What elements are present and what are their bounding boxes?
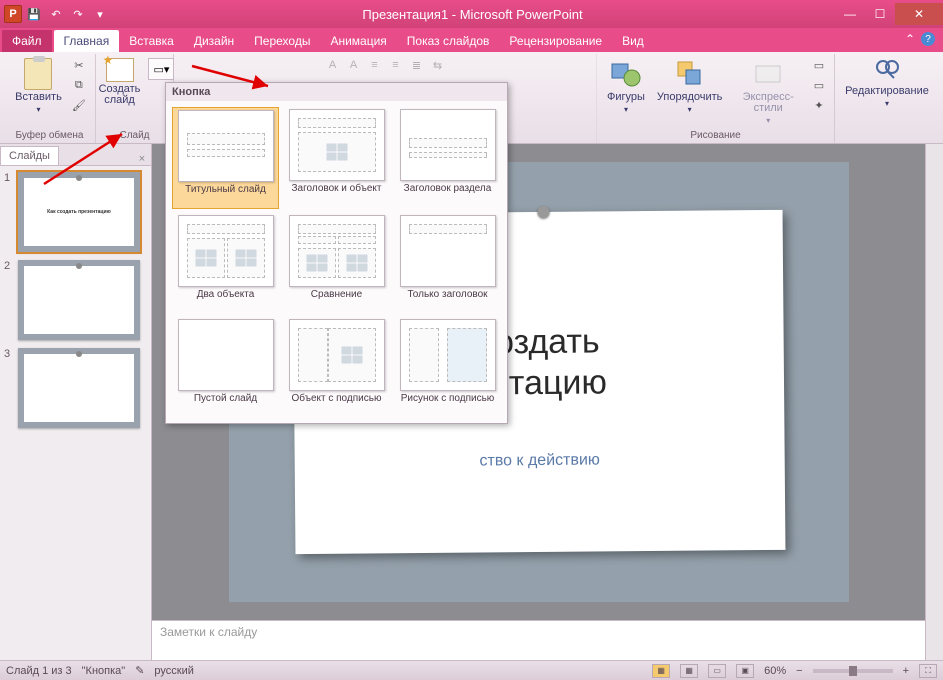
arrange-button[interactable]: Упорядочить ▾ <box>653 56 726 116</box>
flyout-header: Кнопка <box>166 83 507 101</box>
quick-styles-icon <box>752 58 784 90</box>
format-painter-icon[interactable]: 🖌 <box>70 96 88 114</box>
ribbon-minimize-icon[interactable]: ⌃ <box>905 32 915 46</box>
maximize-button[interactable]: ☐ <box>865 3 895 25</box>
copy-icon[interactable]: ⧉ <box>70 76 88 94</box>
cut-icon[interactable]: ✂ <box>70 56 88 74</box>
layout-content-caption[interactable]: Объект с подписью <box>283 317 390 417</box>
layout-title-only[interactable]: Только заголовок <box>394 213 501 313</box>
layout-title-content[interactable]: Заголовок и объект <box>283 107 390 209</box>
group-drawing: Фигуры ▾ Упорядочить ▾ Экспресс-стили ▾ … <box>597 54 835 143</box>
shape-effects-icon[interactable]: ✦ <box>810 96 828 114</box>
shape-outline-icon[interactable]: ▭ <box>810 76 828 94</box>
fit-to-window-icon[interactable]: ⛶ <box>919 664 937 678</box>
layout-flyout: Кнопка Титульный слайд Заголовок и объек… <box>165 82 508 424</box>
spellcheck-icon[interactable]: ✎ <box>135 664 144 677</box>
zoom-slider[interactable] <box>813 669 893 673</box>
shapes-button[interactable]: Фигуры ▾ <box>603 56 649 116</box>
panel-tab-slides[interactable]: Слайды <box>0 146 59 165</box>
group-slides: Создать слайд ▭▾ Слайд <box>96 54 174 143</box>
window-title: Презентация1 - Microsoft PowerPoint <box>110 7 835 22</box>
panel-close-icon[interactable]: × <box>133 153 151 165</box>
layout-two-content[interactable]: Два объекта <box>172 213 279 313</box>
save-icon[interactable]: 💾 <box>24 4 44 24</box>
tab-file[interactable]: Файл <box>2 30 52 52</box>
close-button[interactable]: ✕ <box>895 3 943 25</box>
sorter-view-icon[interactable]: ▦ <box>680 664 698 678</box>
new-slide-icon <box>106 58 134 82</box>
group-editing: Редактирование ▾ <box>835 54 939 143</box>
slide-subtitle-text: ство к действию <box>294 450 784 472</box>
quick-styles-button[interactable]: Экспресс-стили ▾ <box>730 56 806 127</box>
tab-transitions[interactable]: Переходы <box>244 30 320 52</box>
undo-icon[interactable]: ↶ <box>46 4 66 24</box>
notes-pane[interactable]: Заметки к слайду <box>152 620 925 660</box>
layout-section-header[interactable]: Заголовок раздела <box>394 107 501 209</box>
status-slide-count: Слайд 1 из 3 <box>6 665 72 677</box>
redo-icon[interactable]: ↷ <box>68 4 88 24</box>
chevron-down-icon: ▾ <box>885 99 889 108</box>
ribbon-tabs: Файл Главная Вставка Дизайн Переходы Ани… <box>0 28 943 52</box>
find-icon <box>874 58 900 84</box>
minimize-button[interactable]: — <box>835 3 865 25</box>
editing-button[interactable]: Редактирование ▾ <box>841 56 933 110</box>
tab-insert[interactable]: Вставка <box>119 30 184 52</box>
shape-fill-icon[interactable]: ▭ <box>810 56 828 74</box>
new-slide-button[interactable]: Создать слайд <box>95 56 145 108</box>
status-bar: Слайд 1 из 3 "Кнопка" ✎ русский ▦ ▦ ▭ ▣ … <box>0 660 943 680</box>
layout-title-slide[interactable]: Титульный слайд <box>172 107 279 209</box>
zoom-level[interactable]: 60% <box>764 665 786 677</box>
clipboard-icon <box>24 58 52 90</box>
chevron-down-icon: ▾ <box>36 105 40 114</box>
tab-slideshow[interactable]: Показ слайдов <box>397 30 500 52</box>
chevron-down-icon: ▾ <box>766 116 770 125</box>
reading-view-icon[interactable]: ▭ <box>708 664 726 678</box>
tab-home[interactable]: Главная <box>54 30 120 52</box>
slide-panel: Слайды × 1 Как создать презентацию 2 3 <box>0 144 152 660</box>
thumbnail-row[interactable]: 3 <box>4 348 147 428</box>
title-bar: P 💾 ↶ ↷ ▾ Презентация1 - Microsoft Power… <box>0 0 943 28</box>
normal-view-icon[interactable]: ▦ <box>652 664 670 678</box>
group-clipboard: Вставить ▾ ✂ ⧉ 🖌 Буфер обмена <box>4 54 96 143</box>
zoom-out-icon[interactable]: − <box>796 665 802 677</box>
chevron-down-icon: ▾ <box>624 105 628 114</box>
thumbnail-row[interactable]: 1 Как создать презентацию <box>4 172 147 252</box>
arrange-icon <box>674 58 706 90</box>
layout-picture-caption[interactable]: Рисунок с подписью <box>394 317 501 417</box>
tab-design[interactable]: Дизайн <box>184 30 244 52</box>
zoom-in-icon[interactable]: + <box>903 665 909 677</box>
qat-dropdown-icon[interactable]: ▾ <box>90 4 110 24</box>
tab-animation[interactable]: Анимация <box>320 30 396 52</box>
slideshow-view-icon[interactable]: ▣ <box>736 664 754 678</box>
shapes-icon <box>610 58 642 90</box>
pin-icon <box>537 206 549 218</box>
status-language[interactable]: русский <box>154 665 193 677</box>
tab-review[interactable]: Рецензирование <box>499 30 612 52</box>
layout-blank[interactable]: Пустой слайд <box>172 317 279 417</box>
quick-access-toolbar: P 💾 ↶ ↷ ▾ <box>4 4 110 24</box>
status-theme: "Кнопка" <box>82 665 126 677</box>
layout-comparison[interactable]: Сравнение <box>283 213 390 313</box>
paste-button[interactable]: Вставить ▾ <box>11 56 66 116</box>
app-icon[interactable]: P <box>4 5 22 23</box>
thumbnails-list: 1 Как создать презентацию 2 3 <box>0 166 151 434</box>
chevron-down-icon: ▾ <box>688 105 692 114</box>
slide-layout-button[interactable]: ▭▾ <box>148 58 174 80</box>
vertical-scrollbar[interactable] <box>925 144 943 660</box>
thumbnail-row[interactable]: 2 <box>4 260 147 340</box>
tab-view[interactable]: Вид <box>612 30 654 52</box>
help-icon[interactable]: ? <box>921 32 935 46</box>
